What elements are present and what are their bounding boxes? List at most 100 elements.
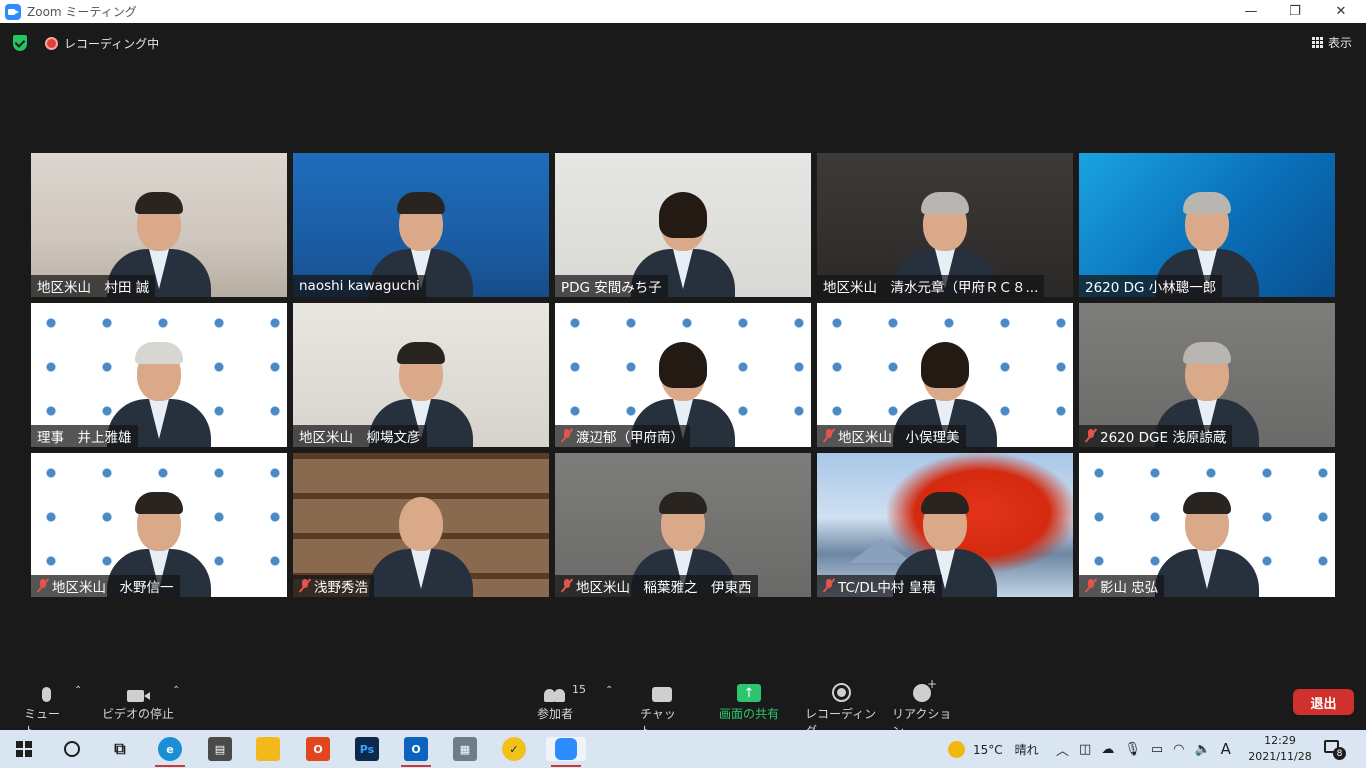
participant-tile[interactable]: 理事 井上雅雄 [31,303,287,447]
participant-name: 地区米山 村田 誠 [37,280,150,296]
weather-widget[interactable]: 15°C 晴れ [948,730,1039,768]
window-title-bar: Zoom ミーティング — ❐ ✕ [0,0,1366,23]
participant-name: naoshi kawaguchi [299,278,420,294]
participant-tile[interactable]: 2620 DG 小林聰一郎 [1079,153,1335,297]
minimize-button[interactable]: — [1228,0,1274,23]
participant-name-label: 2620 DGE 浅原諒蔵 [1079,425,1233,447]
share-label: 画面の共有 [718,707,779,721]
participant-tile[interactable]: naoshi kawaguchi [293,153,549,297]
share-screen-button[interactable]: ↑ 画面の共有 [715,680,783,722]
gallery-grid-icon [1311,37,1323,48]
gallery-view: 地区米山 村田 誠 naoshi kawaguchi PDG 安間みち子 地区米山 清… [31,153,1335,597]
search-button[interactable] [60,737,84,761]
close-button[interactable]: ✕ [1318,0,1364,23]
participant-name-label: 地区米山 稲葉雅之 伊東西 [555,575,758,597]
participant-tile[interactable]: 地区米山 稲葉雅之 伊東西 [555,453,811,597]
store-icon[interactable]: ▤ [208,737,232,761]
participant-name-label: PDG 安間みち子 [555,275,668,297]
ime-indicator[interactable]: A [1221,740,1231,758]
participant-name: 渡辺郁（甲府南） [576,430,684,446]
participant-tile[interactable]: 地区米山 柳場文彦 [293,303,549,447]
participant-name-label: 渡辺郁（甲府南） [555,425,690,447]
reaction-smiley-icon [913,677,937,702]
office-icon[interactable]: O [306,737,330,761]
participant-tile[interactable]: 2620 DGE 浅原諒蔵 [1079,303,1335,447]
meeting-toolbar: ミュート ⌃ ビデオの停止 ⌃ 参加者 15 ⌃ チャット ↑ 画面の共有 レコ… [0,673,1366,738]
search-icon [64,741,80,757]
participants-count: 15 [572,683,586,696]
participant-name: TC/DL中村 皇積 [838,580,936,596]
start-button[interactable] [12,737,36,761]
muted-microphone-icon [37,579,49,593]
show-hidden-icons-chevron-icon[interactable]: ︿ [1056,740,1069,759]
participant-name: 地区米山 稲葉雅之 伊東西 [576,580,752,596]
stop-video-button[interactable]: ビデオの停止 [102,680,174,722]
zoom-running-indicator [551,765,581,767]
participant-tile[interactable]: 地区米山 小俣理美 [817,303,1073,447]
outlook-icon[interactable]: O [404,737,428,761]
leave-button[interactable]: 退出 [1293,689,1354,715]
participant-tile[interactable]: PDG 安間みち子 [555,153,811,297]
muted-microphone-icon [561,429,573,443]
encryption-shield-icon[interactable] [13,35,27,51]
clock-time: 12:29 [1264,734,1296,747]
participant-name-label: 地区米山 柳場文彦 [293,425,427,447]
participant-name-label: naoshi kawaguchi [293,275,426,297]
participant-name-label: TC/DL中村 皇積 [817,575,942,597]
participant-name-label: 地区米山 清水元章（甲府ＲＣ８... [817,275,1045,297]
outlook-running-indicator [401,765,431,767]
video-camera-icon [126,690,150,702]
maximize-button[interactable]: ❐ [1272,0,1318,23]
taskbar-clock[interactable]: 12:29 2021/11/28 [1245,733,1315,765]
onedrive-cloud-icon[interactable]: ☁ [1101,742,1114,757]
calculator-icon[interactable]: ▦ [453,737,477,761]
norton-icon[interactable]: ✓ [502,737,526,761]
clock-date: 2021/11/28 [1248,750,1312,763]
participant-name: 2620 DG 小林聰一郎 [1085,280,1217,296]
participant-name-label: 地区米山 小俣理美 [817,425,966,447]
participant-tile[interactable]: 影山 忠弘 [1079,453,1335,597]
edge-running-indicator [155,765,185,767]
task-view-icon: ⧉ [114,739,126,758]
video-options-chevron-icon[interactable]: ⌃ [172,685,180,696]
participant-video [361,477,481,597]
recording-indicator-icon[interactable] [45,37,58,50]
zoom-taskbar-button[interactable] [546,737,586,761]
task-view-button[interactable]: ⧉ [108,737,132,761]
muted-microphone-icon [823,429,835,443]
participant-name: 浅野秀浩 [314,580,368,596]
microphone-in-use-icon[interactable]: 🎙 [1124,742,1141,757]
notification-center-icon[interactable]: 8 [1324,738,1346,760]
view-label: 表示 [1327,36,1352,50]
audio-options-chevron-icon[interactable]: ⌃ [74,685,82,696]
participant-name-label: 地区米山 村田 誠 [31,275,156,297]
meet-now-icon[interactable]: ◫ [1079,742,1091,757]
participant-tile[interactable]: 地区米山 水野信一 [31,453,287,597]
participant-tile[interactable]: 渡辺郁（甲府南） [555,303,811,447]
battery-icon[interactable]: ▭ [1151,742,1163,757]
view-button[interactable]: 表示 [1311,34,1352,51]
participant-name-label: 浅野秀浩 [293,575,374,597]
wifi-icon[interactable]: ◠ [1173,742,1184,757]
photoshop-icon[interactable]: Ps [355,737,379,761]
participant-name: 地区米山 柳場文彦 [299,430,421,446]
participants-label: 参加者 [536,707,573,721]
edge-browser-icon[interactable]: e [158,737,182,761]
participant-name: 地区米山 水野信一 [52,580,174,596]
participants-options-chevron-icon[interactable]: ⌃ [605,685,613,696]
speaker-volume-icon[interactable]: 🔈 [1194,742,1210,757]
participant-tile[interactable]: 地区米山 清水元章（甲府ＲＣ８... [817,153,1073,297]
participant-tile[interactable]: 浅野秀浩 [293,453,549,597]
participant-tile[interactable]: TC/DL中村 皇積 [817,453,1073,597]
notification-count-badge: 8 [1333,747,1346,760]
participant-tile[interactable]: 地区米山 村田 誠 [31,153,287,297]
video-label: ビデオの停止 [102,707,175,721]
window-title: Zoom ミーティング [27,5,137,19]
participants-button[interactable]: 参加者 [533,680,577,722]
zoom-icon [555,738,577,760]
participant-name-label: 理事 井上雅雄 [31,425,138,447]
file-explorer-icon[interactable] [256,737,280,761]
record-icon [831,683,851,702]
weather-text: 15°C 晴れ [973,742,1039,757]
muted-microphone-icon [561,579,573,593]
